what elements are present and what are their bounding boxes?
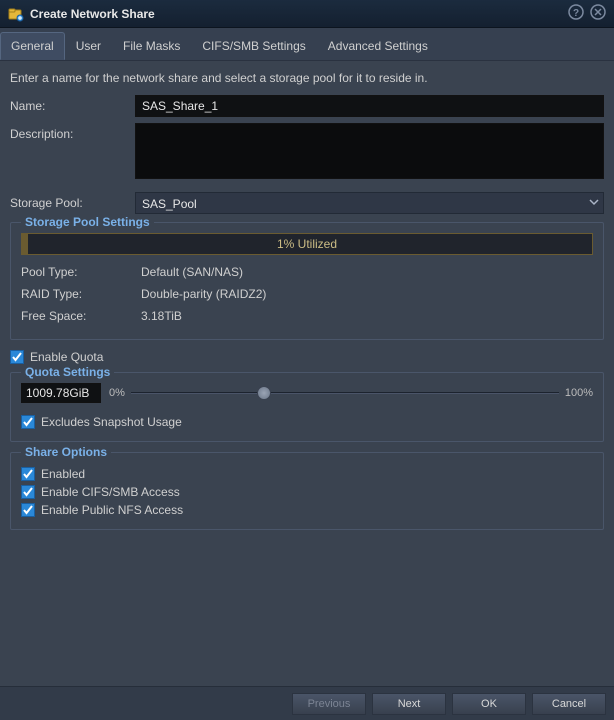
window-title: Create Network Share [30, 7, 155, 21]
name-input[interactable] [135, 95, 604, 117]
excludes-snapshot-label[interactable]: Excludes Snapshot Usage [41, 415, 182, 429]
enable-quota-checkbox[interactable] [10, 350, 24, 364]
quota-row: 0% 100% [21, 383, 593, 403]
fieldset-share-options: Share Options Enabled Enable CIFS/SMB Ac… [10, 452, 604, 530]
quota-settings-legend: Quota Settings [21, 365, 114, 379]
storage-pool-label: Storage Pool: [10, 192, 135, 210]
excludes-snapshot-checkbox[interactable] [21, 415, 35, 429]
share-folder-icon [8, 6, 24, 22]
slider-max-label: 100% [565, 387, 593, 399]
cifs-access-checkbox[interactable] [21, 485, 35, 499]
cifs-access-row: Enable CIFS/SMB Access [21, 485, 593, 499]
nfs-access-checkbox[interactable] [21, 503, 35, 517]
content-area: Enter a name for the network share and s… [0, 61, 614, 686]
titlebar-left: Create Network Share [8, 6, 155, 22]
help-icon[interactable]: ? [568, 4, 584, 23]
cancel-button[interactable]: Cancel [532, 693, 606, 715]
footer: Previous Next OK Cancel [0, 686, 614, 720]
fieldset-storage-pool-settings: Storage Pool Settings 1% Utilized Pool T… [10, 222, 604, 340]
titlebar-controls: ? [568, 4, 606, 23]
raid-type-label: RAID Type: [21, 287, 141, 301]
share-enabled-checkbox[interactable] [21, 467, 35, 481]
enable-quota-row: Enable Quota [10, 350, 604, 364]
pool-type-value: Default (SAN/NAS) [141, 265, 243, 279]
utilization-fill [22, 234, 28, 254]
excludes-snapshot-row: Excludes Snapshot Usage [21, 415, 593, 429]
instructions-text: Enter a name for the network share and s… [10, 71, 604, 85]
share-enabled-label[interactable]: Enabled [41, 467, 85, 481]
fieldset-quota-settings: Quota Settings 0% 100% Excludes Snapshot… [10, 372, 604, 442]
storage-pool-select[interactable]: SAS_Pool [135, 192, 604, 214]
slider-thumb[interactable] [257, 386, 271, 400]
slider-min-label: 0% [109, 387, 125, 399]
free-space-value: 3.18TiB [141, 309, 182, 323]
nfs-access-label[interactable]: Enable Public NFS Access [41, 503, 183, 517]
tab-file-masks[interactable]: File Masks [112, 32, 191, 60]
description-label: Description: [10, 123, 135, 141]
pool-type-label: Pool Type: [21, 265, 141, 279]
share-options-legend: Share Options [21, 445, 111, 459]
utilization-bar: 1% Utilized [21, 233, 593, 255]
slider-track [131, 392, 559, 394]
quota-slider[interactable] [131, 386, 559, 400]
next-button[interactable]: Next [372, 693, 446, 715]
enable-quota-label[interactable]: Enable Quota [30, 350, 103, 364]
utilization-label: 1% Utilized [277, 237, 337, 251]
tab-advanced-settings[interactable]: Advanced Settings [317, 32, 439, 60]
cifs-access-label[interactable]: Enable CIFS/SMB Access [41, 485, 180, 499]
storage-pool-settings-legend: Storage Pool Settings [21, 215, 154, 229]
svg-text:?: ? [573, 8, 579, 19]
previous-button[interactable]: Previous [292, 693, 366, 715]
description-input[interactable] [135, 123, 604, 179]
share-enabled-row: Enabled [21, 467, 593, 481]
ok-button[interactable]: OK [452, 693, 526, 715]
titlebar: Create Network Share ? [0, 0, 614, 28]
free-space-label: Free Space: [21, 309, 141, 323]
tab-bar: General User File Masks CIFS/SMB Setting… [0, 28, 614, 61]
row-storage-pool: Storage Pool: SAS_Pool [10, 192, 604, 214]
name-label: Name: [10, 95, 135, 113]
close-icon[interactable] [590, 4, 606, 23]
tab-general[interactable]: General [0, 32, 65, 60]
nfs-access-row: Enable Public NFS Access [21, 503, 593, 517]
tab-cifs-smb-settings[interactable]: CIFS/SMB Settings [191, 32, 316, 60]
tab-user[interactable]: User [65, 32, 112, 60]
raid-type-value: Double-parity (RAIDZ2) [141, 287, 266, 301]
dialog-window: Create Network Share ? General User File… [0, 0, 614, 720]
row-name: Name: [10, 95, 604, 117]
row-description: Description: [10, 123, 604, 182]
quota-value-input[interactable] [21, 383, 101, 403]
